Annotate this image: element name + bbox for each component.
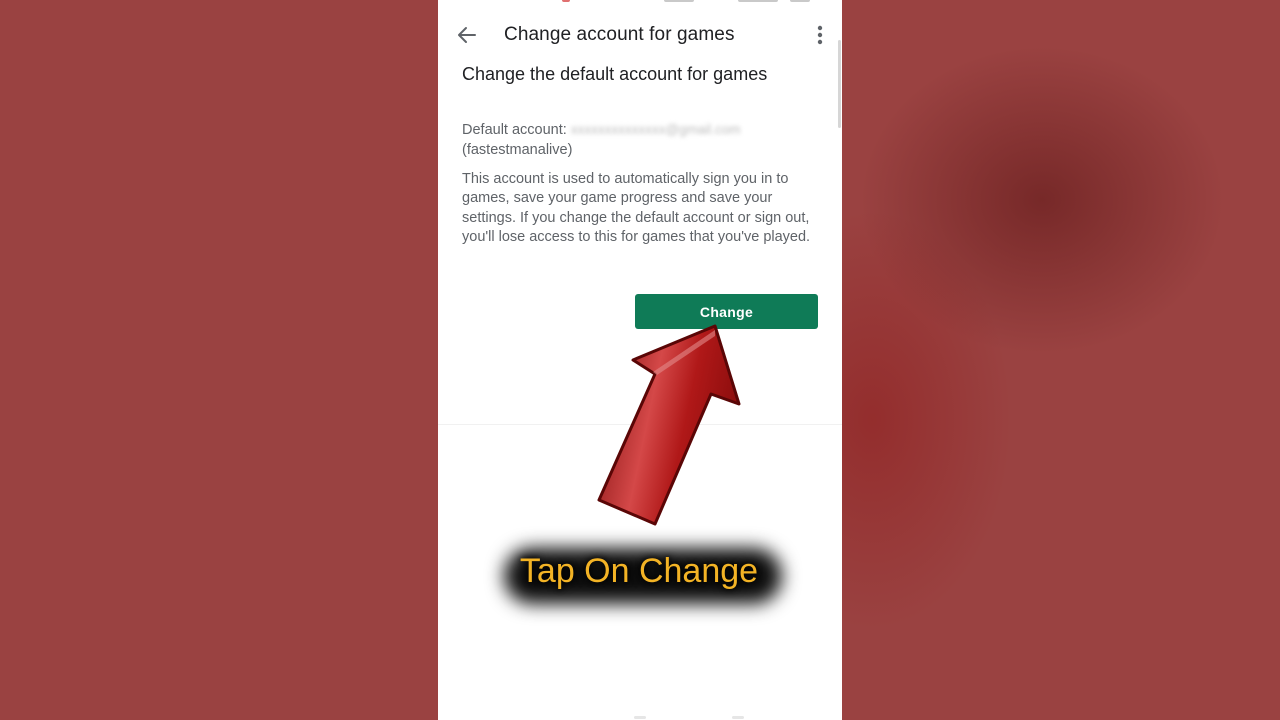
more-vert-icon bbox=[817, 25, 823, 45]
page-title: Change account for games bbox=[504, 24, 735, 45]
section-heading: Change the default account for games bbox=[462, 64, 768, 84]
default-account-label: Default account: bbox=[462, 122, 567, 138]
caption-text: Tap On Change bbox=[519, 552, 759, 590]
scrollbar[interactable] bbox=[838, 40, 841, 128]
default-account-info: Default account: xxxxxxxxxxxxxx@gmail.co… bbox=[462, 120, 822, 160]
more-options-button[interactable] bbox=[808, 22, 832, 48]
caption-overlay: Tap On Change bbox=[500, 540, 790, 612]
background-right bbox=[842, 0, 1280, 720]
phone-screen: Change account for games Change the defa… bbox=[438, 0, 842, 720]
default-account-name: (fastestmanalive) bbox=[462, 141, 573, 158]
background-left bbox=[0, 0, 438, 720]
pointing-arrow-icon bbox=[597, 324, 741, 526]
app-bar: Change account for games bbox=[438, 14, 842, 56]
default-account-email: xxxxxxxxxxxxxx@gmail.com bbox=[570, 122, 741, 137]
navigation-bar bbox=[438, 716, 842, 720]
arrow-left-icon bbox=[458, 27, 476, 43]
back-button[interactable] bbox=[454, 22, 480, 48]
status-bar bbox=[438, 0, 842, 4]
description-text: This account is used to automatically si… bbox=[462, 171, 811, 245]
